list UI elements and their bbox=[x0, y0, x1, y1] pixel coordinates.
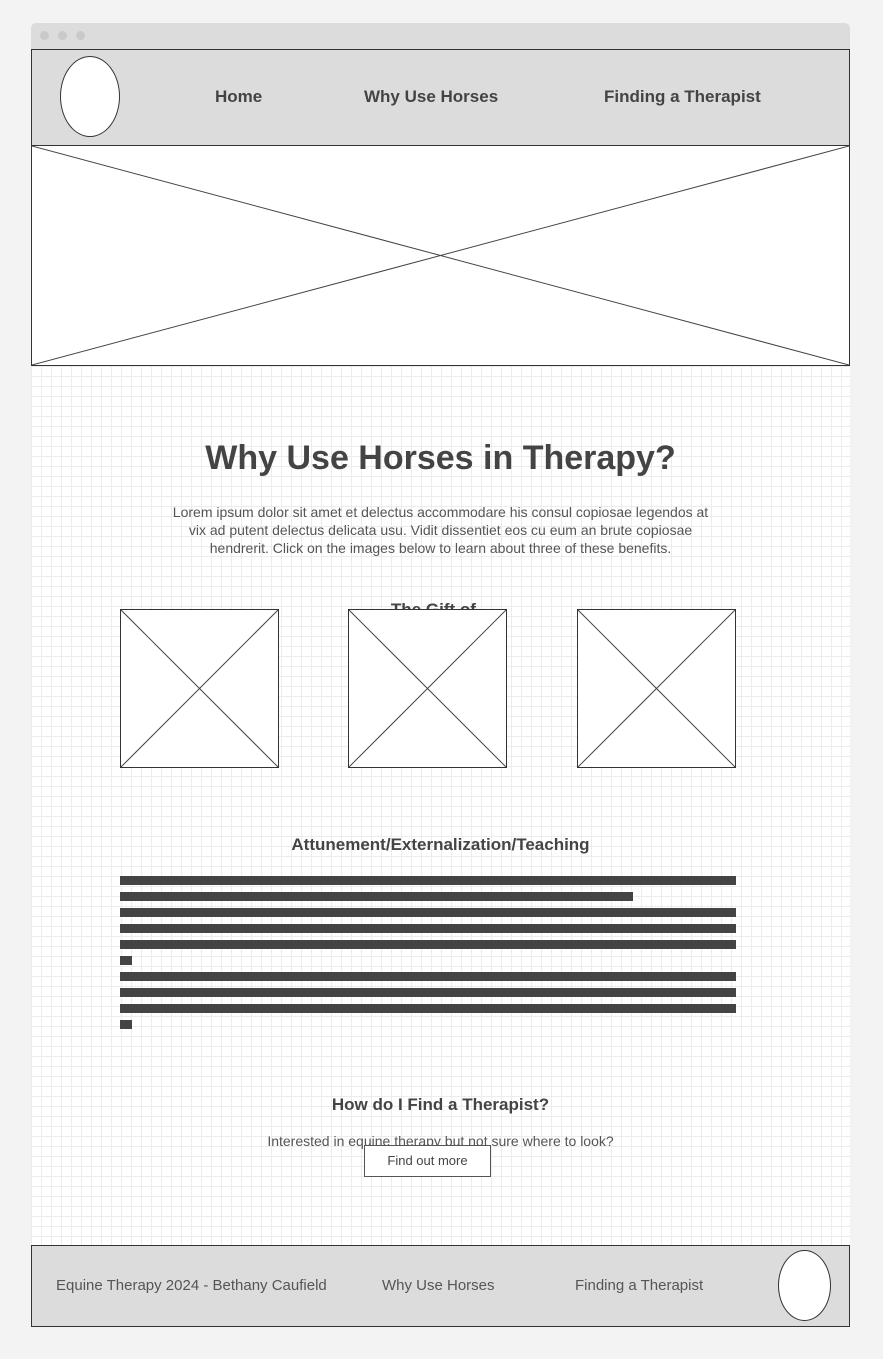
text-line-placeholder bbox=[120, 892, 633, 901]
text-line-placeholder bbox=[120, 1004, 736, 1013]
nav-home-link[interactable]: Home bbox=[215, 87, 262, 107]
text-line-placeholder bbox=[120, 924, 736, 933]
hero-image-placeholder bbox=[31, 145, 850, 366]
text-line-placeholder bbox=[120, 940, 736, 949]
find-out-more-button[interactable]: Find out more bbox=[364, 1145, 491, 1177]
window-control-dot[interactable] bbox=[40, 31, 49, 40]
main-content: Why Use Horses in Therapy? Lorem ipsum d… bbox=[31, 366, 850, 1245]
footer-finding-therapist-link[interactable]: Finding a Therapist bbox=[575, 1277, 703, 1294]
text-line-placeholder bbox=[120, 1020, 132, 1029]
browser-window: Home Why Use Horses Finding a Therapist … bbox=[31, 23, 850, 1327]
text-line-placeholder bbox=[120, 908, 736, 917]
text-line-placeholder bbox=[120, 956, 132, 965]
logo-placeholder[interactable] bbox=[60, 56, 120, 137]
nav-why-use-horses-link[interactable]: Why Use Horses bbox=[364, 87, 498, 107]
text-line-placeholder bbox=[120, 988, 736, 997]
text-line-placeholder bbox=[120, 972, 736, 981]
footer-logo-placeholder[interactable] bbox=[778, 1250, 831, 1321]
therapist-heading: How do I Find a Therapist? bbox=[331, 1095, 550, 1114]
intro-line: Lorem ipsum dolor sit amet et delectus a… bbox=[172, 504, 709, 520]
intro-line: vix ad putent delectus delicata usu. Vid… bbox=[188, 522, 693, 538]
intro-line: hendrerit. Click on the images below to … bbox=[209, 540, 672, 556]
footer-copyright: Equine Therapy 2024 - Bethany Caufield bbox=[56, 1277, 327, 1294]
benefit-image-3[interactable] bbox=[577, 609, 736, 768]
page-title: Why Use Horses in Therapy? bbox=[205, 439, 676, 477]
benefit-heading: Attunement/Externalization/Teaching bbox=[291, 835, 590, 854]
window-control-dot[interactable] bbox=[58, 31, 67, 40]
benefit-image-2[interactable] bbox=[348, 609, 507, 768]
window-control-dot[interactable] bbox=[76, 31, 85, 40]
footer-why-use-horses-link[interactable]: Why Use Horses bbox=[382, 1277, 495, 1294]
nav-finding-therapist-link[interactable]: Finding a Therapist bbox=[604, 87, 761, 107]
intro-paragraph: Lorem ipsum dolor sit amet et delectus a… bbox=[31, 503, 850, 557]
benefit-image-1[interactable] bbox=[120, 609, 279, 768]
text-line-placeholder bbox=[120, 876, 736, 885]
site-footer: Equine Therapy 2024 - Bethany Caufield W… bbox=[31, 1245, 850, 1327]
site-header: Home Why Use Horses Finding a Therapist bbox=[31, 49, 850, 146]
window-titlebar bbox=[31, 23, 850, 49]
